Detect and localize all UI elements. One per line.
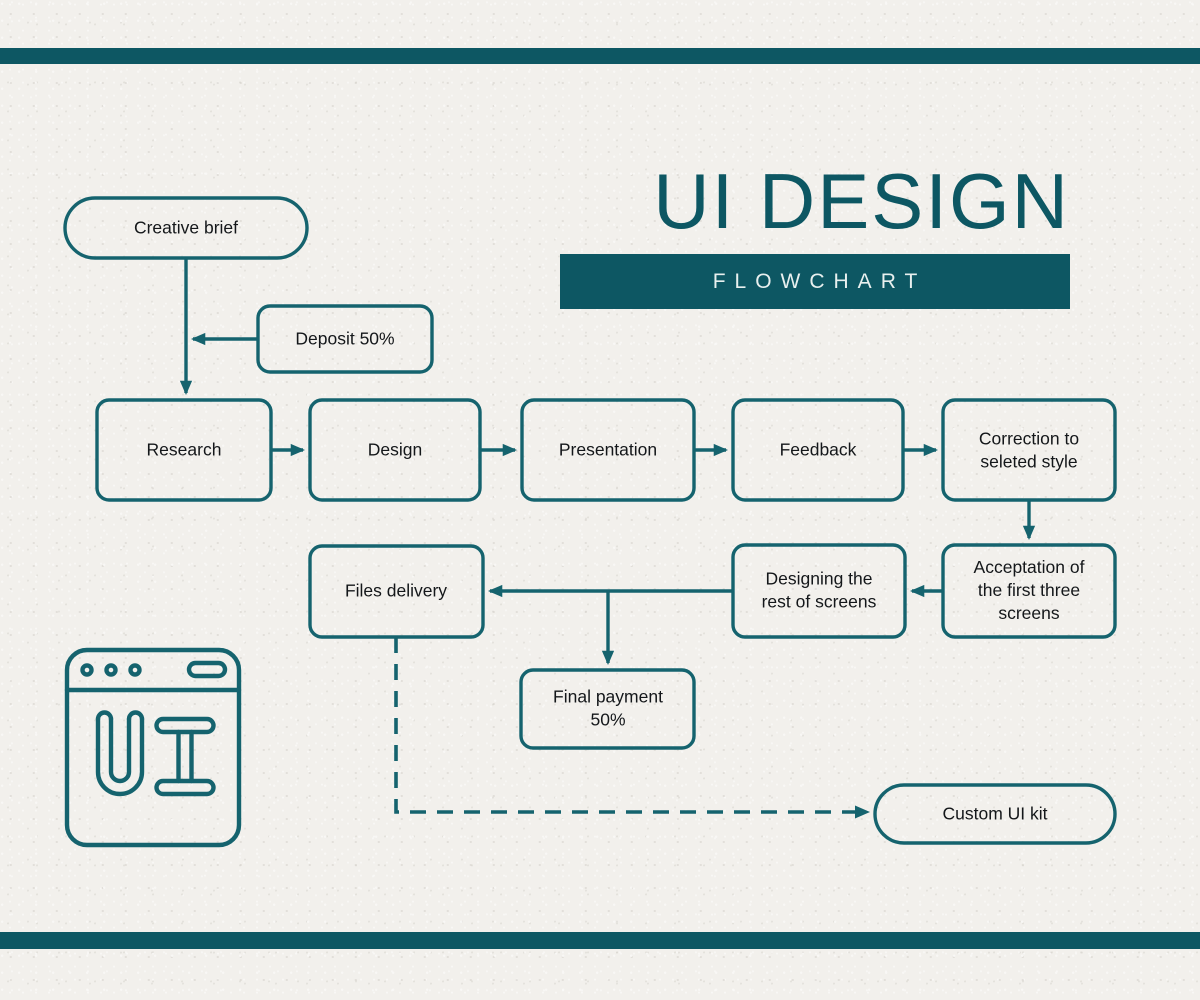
node-label: Creative brief	[134, 218, 238, 238]
node-acceptation[interactable]: Acceptation of the first three screens	[941, 543, 1117, 639]
node-label: Designing the rest of screens	[762, 568, 877, 611]
node-label: Custom UI kit	[942, 804, 1047, 824]
node-custom-ui-kit[interactable]: Custom UI kit	[873, 783, 1117, 845]
node-label: Correction to seleted style	[979, 428, 1079, 471]
browser-dot-2	[104, 663, 118, 677]
node-shape-rect	[941, 398, 1117, 502]
node-design[interactable]: Design	[308, 398, 482, 502]
node-label: Files delivery	[345, 581, 447, 601]
icon-letter-i-bottom	[154, 778, 216, 797]
icon-letter-u-cap-right	[126, 710, 145, 722]
node-label: Presentation	[559, 440, 657, 460]
icon-letter-u-inner	[108, 716, 132, 784]
ui-browser-window-icon	[64, 647, 242, 848]
browser-dot-3	[128, 663, 142, 677]
node-creative-brief[interactable]: Creative brief	[63, 196, 309, 260]
node-label: Research	[147, 440, 222, 460]
browser-pill	[186, 660, 228, 679]
icon-letter-u-cap-left	[95, 710, 114, 722]
node-label: Design	[368, 440, 422, 460]
edge-files-to-custom-kit	[394, 637, 871, 819]
node-deposit[interactable]: Deposit 50%	[256, 304, 434, 374]
node-final-payment[interactable]: Final payment 50%	[519, 668, 696, 750]
node-label: Feedback	[780, 440, 857, 460]
node-feedback[interactable]: Feedback	[731, 398, 905, 502]
node-label: Final payment 50%	[553, 686, 663, 729]
node-research[interactable]: Research	[95, 398, 273, 502]
node-files-delivery[interactable]: Files delivery	[308, 544, 485, 639]
browser-frame	[64, 647, 242, 848]
node-label: Deposit 50%	[295, 329, 394, 349]
node-correction[interactable]: Correction to seleted style	[941, 398, 1117, 502]
node-designing-rest[interactable]: Designing the rest of screens	[731, 543, 907, 639]
browser-dot-1	[80, 663, 94, 677]
flowchart-poster: UI DESIGN FLOWCHART Creative brief Depos…	[0, 0, 1200, 1000]
icon-letter-i-top	[154, 716, 216, 735]
flowchart-svg: Creative brief Deposit 50% Research Desi…	[63, 196, 1117, 848]
node-label: Acceptation of the first three screens	[974, 557, 1085, 623]
node-presentation[interactable]: Presentation	[520, 398, 696, 502]
